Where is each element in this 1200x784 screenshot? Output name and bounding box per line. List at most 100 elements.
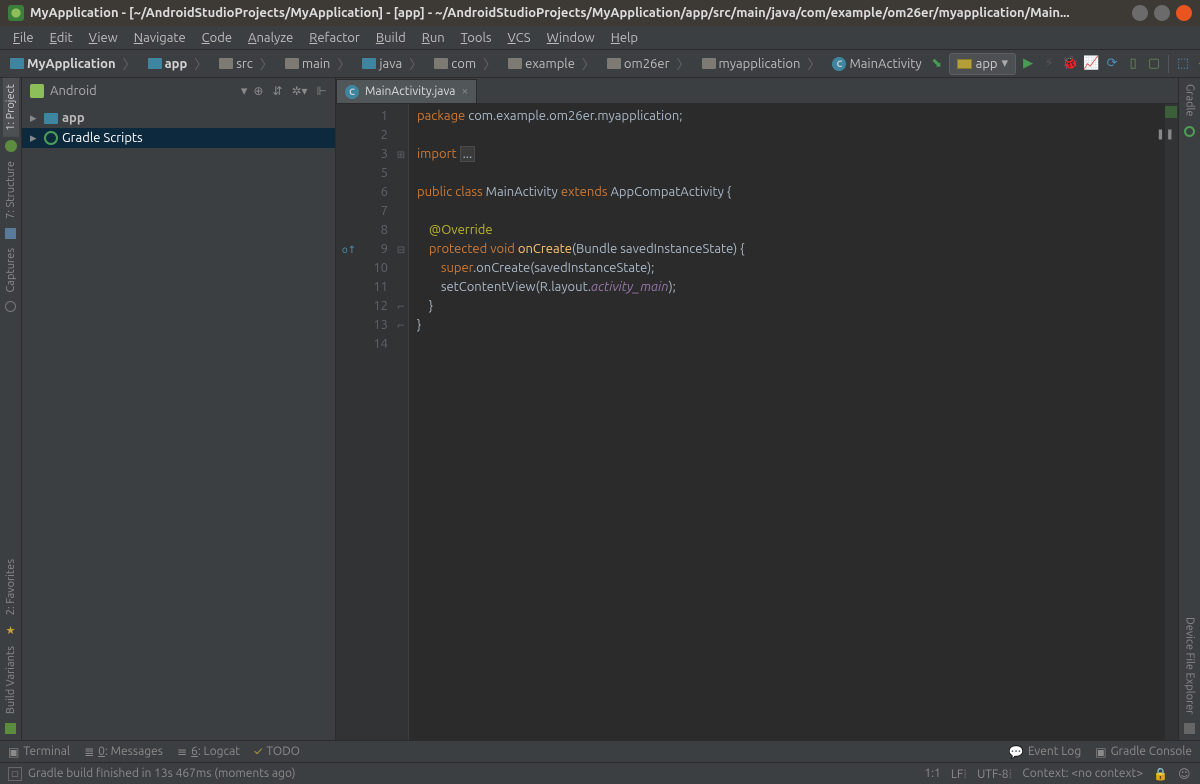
android-indicator-icon — [5, 140, 17, 152]
gradle-console-button[interactable]: ▣Gradle Console — [1095, 745, 1192, 759]
folder-icon — [148, 58, 162, 69]
expand-arrow-icon[interactable]: ▸ — [30, 111, 40, 126]
rail-build-variants[interactable]: Build Variants — [3, 640, 19, 720]
class-icon: C — [345, 85, 359, 99]
code-editor[interactable]: package com.example.om26er.myapplication… — [409, 104, 1164, 740]
star-icon: ★ — [6, 624, 16, 637]
right-tool-rail: Gradle Device File Explorer — [1178, 78, 1200, 740]
messages-icon: ≣ — [84, 745, 94, 759]
editor-tabs: C MainActivity.java × — [336, 78, 1178, 104]
build-icon[interactable]: ⬊ — [928, 55, 946, 73]
todo-button[interactable]: ✓TODO — [254, 745, 300, 758]
profiler-icon[interactable]: 📈 — [1082, 55, 1100, 73]
module-icon — [957, 59, 972, 69]
logcat-button[interactable]: ≡6: Logcat — [177, 745, 240, 759]
menu-analyze[interactable]: Analyze — [241, 29, 300, 47]
menu-help[interactable]: Help — [604, 29, 645, 47]
rail-device-file-explorer[interactable]: Device File Explorer — [1182, 611, 1198, 720]
menu-view[interactable]: View — [82, 29, 125, 47]
left-tool-rail: 1: Project 7: Structure Captures 2: Favo… — [0, 78, 22, 740]
todo-icon: ✓ — [254, 745, 262, 758]
breadcrumb-myapplication[interactable]: myapplication〉 — [696, 54, 827, 73]
navigation-bar: MyApplication〉app〉src〉main〉java〉com〉exam… — [0, 50, 1200, 78]
project-tree[interactable]: ▸app▸Gradle Scripts — [22, 104, 335, 740]
rail-structure[interactable]: 7: Structure — [3, 155, 19, 225]
gear-icon[interactable]: ✲▾ — [291, 84, 307, 98]
tab-main-activity[interactable]: C MainActivity.java × — [336, 79, 477, 103]
context-selector[interactable]: Context: <no context> — [1022, 767, 1143, 780]
tree-node-gradle-scripts[interactable]: ▸Gradle Scripts — [22, 128, 335, 148]
breadcrumb-com[interactable]: com〉 — [428, 54, 502, 73]
menu-code[interactable]: Code — [195, 29, 239, 47]
apply-changes-icon[interactable]: ⚡ — [1040, 55, 1058, 73]
line-separator[interactable]: LF⁞ — [951, 767, 967, 781]
editor-error-stripe[interactable]: ❚❚ — [1164, 104, 1178, 740]
menu-file[interactable]: File — [6, 29, 41, 47]
window-titlebar: MyApplication - [~/AndroidStudioProjects… — [0, 0, 1200, 26]
bv-indicator-icon — [5, 723, 16, 734]
breadcrumb-om26er[interactable]: om26er〉 — [601, 54, 696, 73]
tree-node-app[interactable]: ▸app — [22, 108, 335, 128]
logcat-icon: ≡ — [177, 745, 187, 759]
close-button[interactable] — [1176, 5, 1192, 21]
folder-icon — [362, 58, 376, 69]
run-icon[interactable]: ▶ — [1019, 55, 1037, 73]
breadcrumb-main[interactable]: main〉 — [279, 54, 357, 73]
breadcrumb-mainactivity[interactable]: CMainActivity — [826, 57, 927, 71]
breadcrumb-src[interactable]: src〉 — [213, 54, 279, 73]
rail-captures[interactable]: Captures — [3, 242, 19, 298]
event-log-button[interactable]: 💬Event Log — [1009, 745, 1081, 759]
rail-project[interactable]: 1: Project — [3, 78, 19, 137]
project-view-selector[interactable]: Android ▾ — [50, 84, 247, 99]
lock-icon[interactable]: 🔒 — [1153, 767, 1168, 781]
main-menu-bar: FileEditViewNavigateCodeAnalyzeRefactorB… — [0, 26, 1200, 50]
locate-icon[interactable]: ⊕ — [253, 84, 263, 98]
override-gutter-icon[interactable]: o↑ — [342, 240, 356, 259]
hector-icon[interactable]: ☺ — [1178, 767, 1192, 781]
maximize-button[interactable] — [1154, 5, 1170, 21]
debug-icon[interactable]: 🐞 — [1061, 55, 1079, 73]
sdk-manager-icon[interactable]: ▢ — [1145, 55, 1163, 73]
chevron-down-icon: ▾ — [1002, 56, 1009, 71]
menu-edit[interactable]: Edit — [43, 29, 80, 47]
status-message: Gradle build finished in 13s 467ms (mome… — [28, 767, 296, 780]
menu-build[interactable]: Build — [369, 29, 413, 47]
class-icon: C — [832, 57, 846, 71]
run-config-label: app — [976, 57, 998, 71]
menu-window[interactable]: Window — [540, 29, 602, 47]
minimize-button[interactable] — [1132, 5, 1148, 21]
menu-vcs[interactable]: VCS — [501, 29, 538, 47]
terminal-button[interactable]: ▣Terminal — [8, 745, 70, 759]
menu-refactor[interactable]: Refactor — [302, 29, 367, 47]
collapse-icon[interactable]: ⇵ — [272, 84, 282, 98]
breadcrumb-example[interactable]: example〉 — [502, 54, 601, 73]
cursor-position: 1:1 — [924, 767, 941, 780]
android-icon — [30, 84, 44, 98]
messages-button[interactable]: ≣0: Messages — [84, 745, 163, 759]
project-view-header: Android ▾ ⊕ ⇵ ✲▾ ⊩ — [22, 78, 335, 104]
status-toggle-icon[interactable]: ▢ — [8, 767, 22, 781]
breadcrumb-app[interactable]: app〉 — [142, 54, 214, 73]
avd-manager-icon[interactable]: ▯ — [1124, 55, 1142, 73]
file-encoding[interactable]: UTF-8⁞ — [977, 767, 1012, 781]
menu-tools[interactable]: Tools — [454, 29, 499, 47]
breadcrumb-myapplication[interactable]: MyApplication〉 — [4, 54, 142, 73]
rail-gradle[interactable]: Gradle — [1182, 78, 1198, 123]
breadcrumb-java[interactable]: java〉 — [356, 54, 428, 73]
attach-debugger-icon[interactable]: ⟳ — [1103, 55, 1121, 73]
event-log-icon: 💬 — [1009, 745, 1024, 759]
close-tab-icon[interactable]: × — [461, 85, 468, 98]
project-structure-icon[interactable]: ⬚ — [1174, 55, 1192, 73]
folder-icon — [219, 58, 233, 69]
run-config-selector[interactable]: app ▾ — [949, 53, 1016, 75]
hide-icon[interactable]: ⊩ — [317, 84, 327, 98]
pause-analysis-icon[interactable]: ❚❚ — [1156, 124, 1175, 143]
bottom-tool-bar: ▣Terminal ≣0: Messages ≡6: Logcat ✓TODO … — [0, 740, 1200, 762]
sync-icon[interactable]: ⬘ — [1195, 55, 1200, 73]
menu-navigate[interactable]: Navigate — [127, 29, 193, 47]
folder-icon — [508, 58, 522, 69]
rail-favorites[interactable]: 2: Favorites — [3, 553, 19, 621]
expand-arrow-icon[interactable]: ▸ — [30, 131, 40, 146]
menu-run[interactable]: Run — [415, 29, 452, 47]
editor-area: C MainActivity.java × o↑ 123567891011121… — [336, 78, 1178, 740]
